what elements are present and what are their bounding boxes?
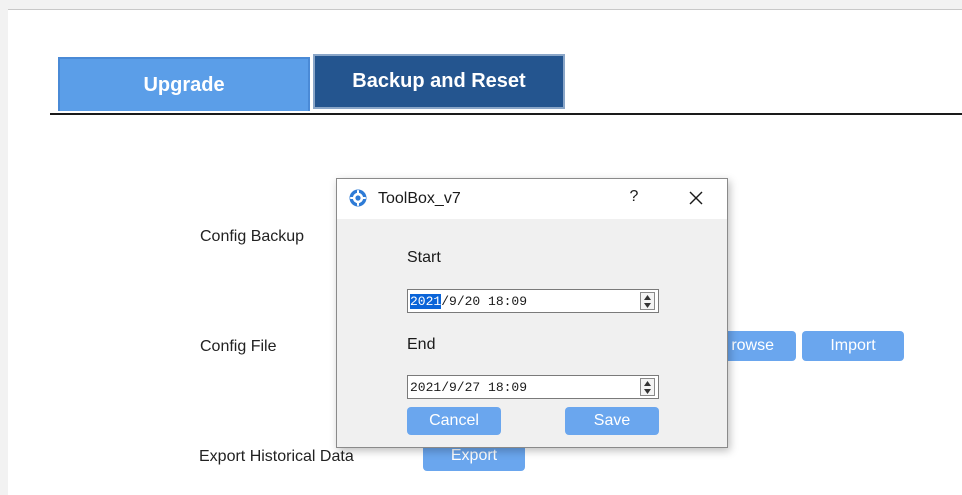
dialog-title: ToolBox_v7: [378, 190, 461, 207]
start-year-selection: 2021: [410, 293, 442, 309]
tab-underline: [50, 113, 962, 115]
start-spinner: [640, 292, 655, 310]
cancel-button[interactable]: Cancel: [407, 407, 501, 435]
dialog-titlebar: ToolBox_v7 ?: [337, 179, 727, 219]
tab-backup-and-reset[interactable]: Backup and Reset: [313, 54, 565, 109]
export-button-label: Export: [450, 447, 498, 464]
start-datetime-input[interactable]: 2021/9/20 18:09: [407, 289, 659, 313]
chevron-down-icon[interactable]: [641, 387, 654, 395]
import-button-label: Import: [830, 337, 876, 354]
save-button[interactable]: Save: [565, 407, 659, 435]
toolbox-dialog: ToolBox_v7 ? Start 2021/9/20 18:09 End 2…: [336, 178, 728, 448]
start-label: Start: [407, 249, 441, 266]
browse-button-label: rowse: [731, 337, 774, 354]
chevron-up-icon[interactable]: [641, 293, 654, 301]
tab-backup-and-reset-label: Backup and Reset: [352, 70, 526, 92]
help-button[interactable]: ?: [622, 188, 646, 210]
config-file-label: Config File: [200, 338, 277, 355]
end-date-value: 2021/9/27 18:09: [410, 379, 528, 395]
export-historical-data-label: Export Historical Data: [199, 448, 354, 465]
tab-upgrade[interactable]: Upgrade: [58, 57, 310, 111]
cancel-button-label: Cancel: [429, 412, 479, 429]
end-label: End: [407, 336, 436, 353]
chevron-up-icon[interactable]: [641, 379, 654, 387]
end-spinner: [640, 378, 655, 396]
gear-icon: [349, 189, 367, 207]
save-button-label: Save: [593, 412, 631, 429]
tab-upgrade-label: Upgrade: [143, 73, 225, 96]
chevron-down-icon[interactable]: [641, 301, 654, 309]
end-datetime-input[interactable]: 2021/9/27 18:09: [407, 375, 659, 399]
close-icon[interactable]: [682, 185, 710, 211]
config-backup-label: Config Backup: [200, 228, 305, 245]
import-button[interactable]: Import: [802, 331, 904, 361]
start-date-rest: /9/20 18:09: [441, 293, 528, 309]
